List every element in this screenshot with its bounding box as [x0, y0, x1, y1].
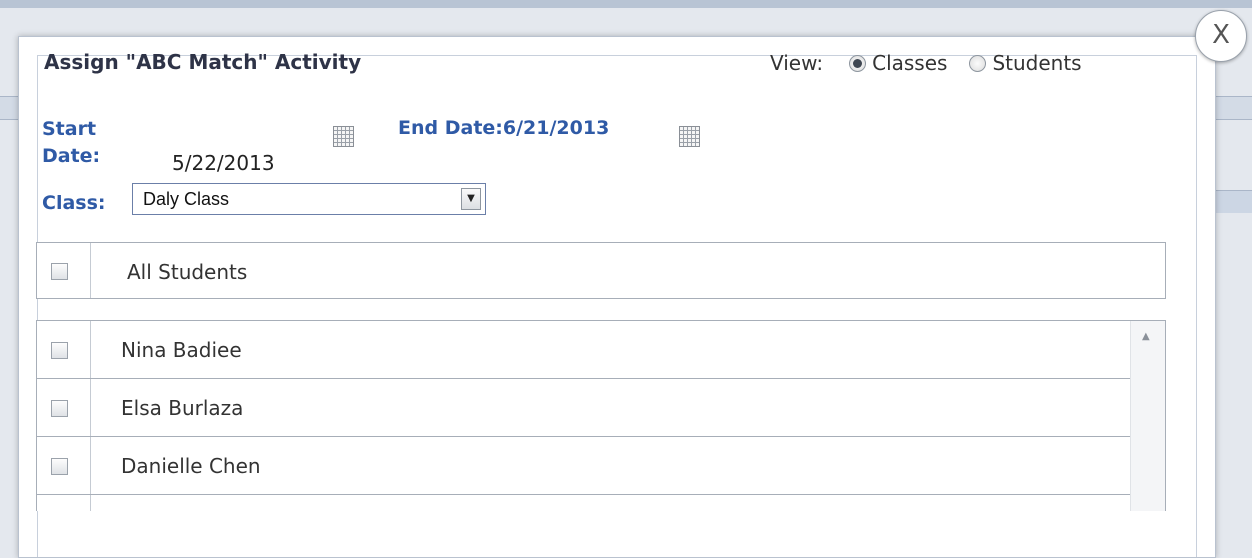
- end-date-label: End Date:: [398, 117, 503, 139]
- column-divider: [90, 321, 91, 378]
- view-students-radio[interactable]: Students: [969, 51, 1082, 75]
- close-icon: X: [1212, 20, 1230, 50]
- view-classes-radio[interactable]: Classes: [849, 51, 947, 75]
- view-toggle: View: Classes Students: [770, 51, 1104, 75]
- column-divider: [90, 379, 91, 436]
- student-name: Elsa Burlaza: [121, 396, 244, 420]
- start-date-label: Start Date:: [42, 118, 101, 167]
- end-date-calendar-icon[interactable]: [679, 126, 700, 147]
- student-checkbox[interactable]: [51, 342, 68, 359]
- class-label: Class:: [42, 192, 106, 214]
- student-name: Nina Badiee: [121, 338, 242, 362]
- column-divider: [90, 437, 91, 494]
- column-divider: [90, 243, 91, 298]
- view-students-label: Students: [992, 51, 1082, 75]
- view-label: View:: [770, 51, 824, 75]
- close-button[interactable]: X: [1195, 10, 1247, 62]
- list-item: Danielle Chen: [37, 437, 1131, 495]
- student-checkbox[interactable]: [51, 400, 68, 417]
- dialog-title: Assign "ABC Match" Activity: [44, 50, 362, 74]
- list-item: Elsa Burlaza: [37, 379, 1131, 437]
- student-checkbox[interactable]: [51, 458, 68, 475]
- all-students-label: All Students: [127, 260, 248, 284]
- list-item: [37, 495, 1131, 511]
- scroll-up-arrow-icon[interactable]: ▲: [1142, 331, 1150, 342]
- chevron-down-icon[interactable]: ▼: [461, 188, 481, 210]
- radio-button-checked[interactable]: [849, 54, 867, 72]
- list-scrollbar[interactable]: ▲: [1130, 321, 1165, 511]
- class-select[interactable]: Daly Class ▼: [132, 183, 486, 215]
- all-students-row: All Students: [36, 242, 1166, 299]
- student-name: Danielle Chen: [121, 454, 261, 478]
- background-row-stripe: [1215, 190, 1252, 213]
- column-divider: [90, 495, 91, 511]
- list-item: Nina Badiee: [37, 321, 1131, 379]
- end-date-group: End Date:6/21/2013: [398, 117, 609, 139]
- start-date-value: 5/22/2013: [172, 151, 275, 175]
- all-students-checkbox[interactable]: [51, 263, 68, 280]
- student-list: Nina Badiee Elsa Burlaza Danielle Chen ▲: [36, 320, 1166, 511]
- class-select-value: Daly Class: [143, 189, 230, 209]
- start-date-calendar-icon[interactable]: [333, 126, 354, 147]
- radio-button-unchecked[interactable]: [969, 54, 987, 72]
- background-top-bar: [0, 0, 1252, 8]
- end-date-value: 6/21/2013: [502, 117, 610, 139]
- view-classes-label: Classes: [872, 51, 948, 75]
